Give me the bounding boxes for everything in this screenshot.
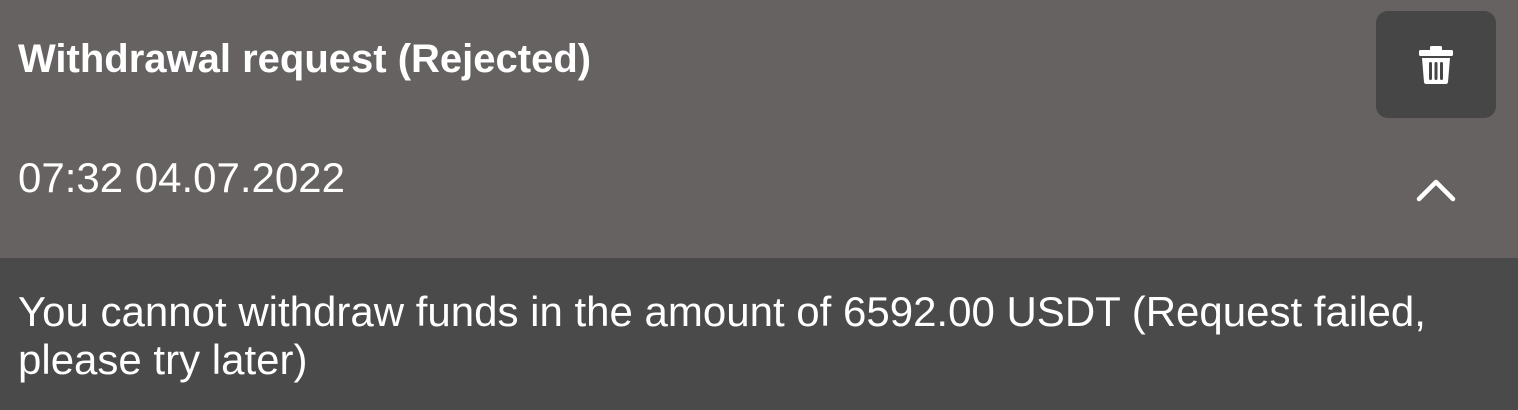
notification-timestamp: 07:32 04.07.2022 bbox=[18, 154, 345, 201]
trash-icon bbox=[1419, 45, 1453, 84]
notification-message: You cannot withdraw funds in the amount … bbox=[18, 288, 1426, 383]
notification-title: Withdrawal request (Rejected) bbox=[18, 37, 592, 81]
collapse-button[interactable] bbox=[1396, 158, 1476, 222]
notification-card: Withdrawal request (Rejected) 07:32 04.0… bbox=[0, 0, 1518, 410]
delete-button[interactable] bbox=[1376, 11, 1496, 118]
chevron-up-icon bbox=[1416, 179, 1456, 202]
